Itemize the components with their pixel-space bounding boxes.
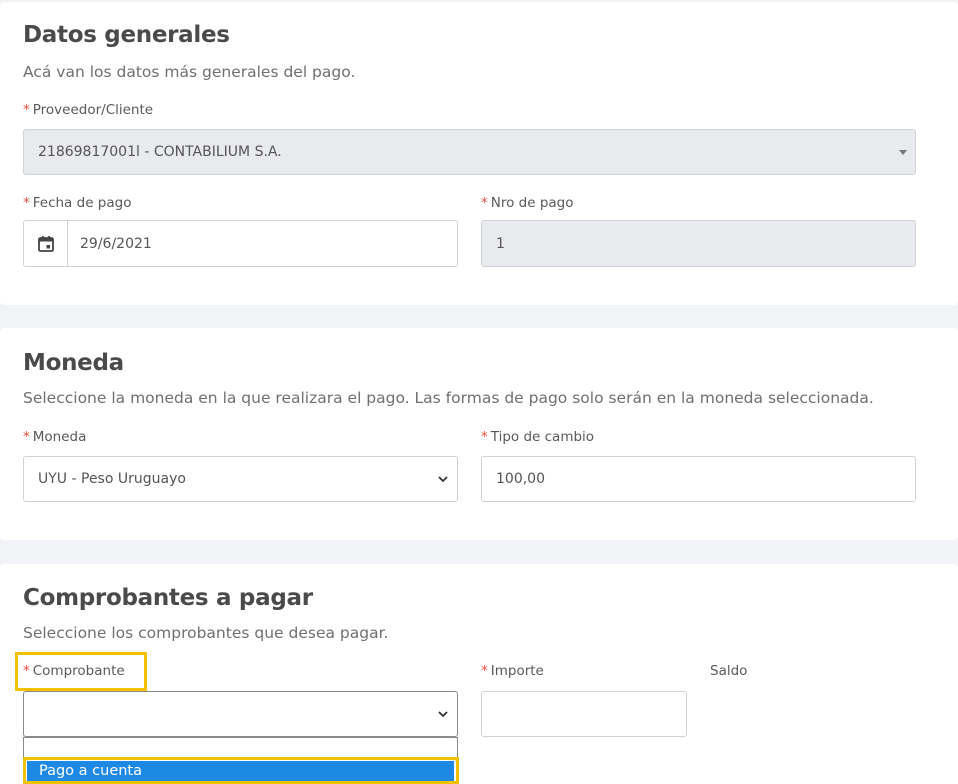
- comprobantes-card: Comprobantes a pagar Seleccione los comp…: [0, 564, 958, 784]
- calendar-icon: [38, 236, 54, 252]
- required-mark: *: [481, 663, 488, 679]
- proveedor-label: * Proveedor/Cliente: [23, 102, 153, 118]
- proveedor-label-text: Proveedor/Cliente: [32, 102, 154, 118]
- required-mark: *: [23, 429, 30, 445]
- nro-pago-field[interactable]: 1: [481, 220, 916, 267]
- importe-field[interactable]: [481, 691, 687, 737]
- moneda-select[interactable]: UYU - Peso Uruguayo: [23, 456, 458, 502]
- comprobante-select[interactable]: [23, 691, 458, 737]
- general-card: Datos generales Acá van los datos más ge…: [0, 2, 958, 305]
- chevron-down-icon: [438, 476, 448, 483]
- fecha-label-text: Fecha de pago: [32, 195, 132, 211]
- moneda-label: * Moneda: [23, 429, 86, 445]
- moneda-value: UYU - Peso Uruguayo: [38, 471, 186, 487]
- proveedor-value: 21869817001l - CONTABILIUM S.A.: [38, 144, 282, 160]
- tipo-cambio-label-text: Tipo de cambio: [490, 429, 595, 445]
- fecha-value: 29/6/2021: [80, 235, 152, 252]
- comprobantes-title: Comprobantes a pagar: [23, 585, 313, 611]
- fecha-field[interactable]: 29/6/2021: [23, 220, 458, 267]
- required-mark: *: [481, 429, 488, 445]
- comprobantes-description: Seleccione los comprobantes que desea pa…: [23, 624, 389, 642]
- moneda-description: Seleccione la moneda en la que realizara…: [23, 389, 874, 407]
- caret-down-icon: [899, 150, 907, 155]
- proveedor-select[interactable]: 21869817001l - CONTABILIUM S.A.: [23, 129, 916, 175]
- importe-label-text: Importe: [490, 663, 544, 679]
- nro-label-text: Nro de pago: [490, 195, 574, 211]
- general-description: Acá van los datos más generales del pago…: [23, 63, 356, 81]
- required-mark: *: [23, 663, 30, 679]
- comprobante-label: * Comprobante: [23, 663, 125, 679]
- required-mark: *: [23, 102, 30, 118]
- tipo-cambio-field[interactable]: 100,00: [481, 456, 916, 502]
- calendar-button[interactable]: [24, 221, 68, 266]
- moneda-card: Moneda Seleccione la moneda en la que re…: [0, 328, 958, 540]
- dropdown-option-empty[interactable]: [24, 738, 457, 758]
- tipo-cambio-label: * Tipo de cambio: [481, 429, 594, 445]
- comprobante-label-text: Comprobante: [32, 663, 125, 679]
- moneda-label-text: Moneda: [32, 429, 87, 445]
- chevron-down-icon: [438, 711, 448, 718]
- saldo-label: Saldo: [710, 663, 748, 679]
- nro-value: 1: [496, 235, 505, 252]
- required-mark: *: [23, 195, 30, 211]
- option-highlight: [23, 757, 459, 784]
- nro-label: * Nro de pago: [481, 195, 574, 211]
- tipo-cambio-value: 100,00: [496, 471, 545, 487]
- importe-label: * Importe: [481, 663, 544, 679]
- general-title: Datos generales: [23, 22, 230, 48]
- required-mark: *: [481, 195, 488, 211]
- fecha-label: * Fecha de pago: [23, 195, 131, 211]
- moneda-title: Moneda: [23, 350, 124, 376]
